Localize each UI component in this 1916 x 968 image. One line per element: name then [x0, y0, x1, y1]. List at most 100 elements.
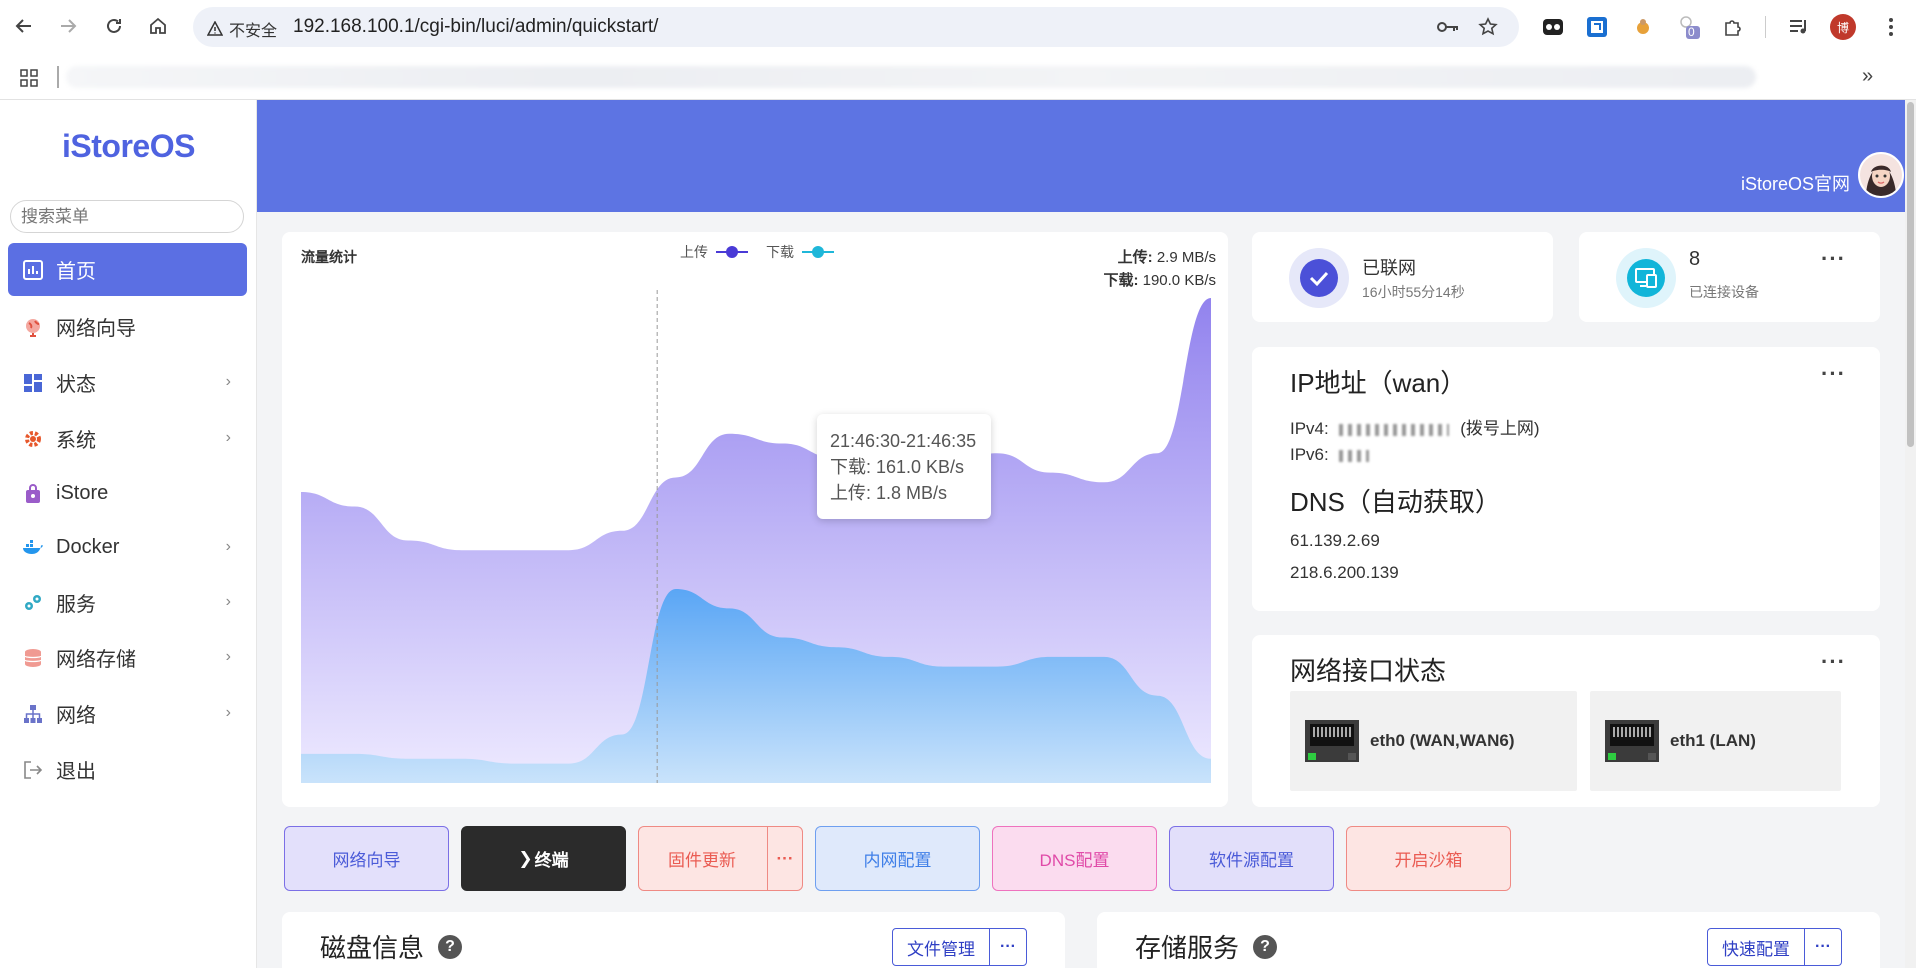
help-icon[interactable]: ? — [438, 934, 463, 959]
profile-avatar[interactable]: 博 — [1830, 14, 1856, 40]
dns-title: DNS（自动获取） — [1290, 487, 1501, 517]
sidebar-item-home[interactable]: 首页 — [8, 243, 247, 296]
toolbar-divider — [1765, 16, 1766, 38]
home-button[interactable] — [142, 10, 174, 42]
device-label: 已连接设备 — [1689, 284, 1759, 300]
sidebar-item-logout[interactable]: 退出 — [8, 743, 247, 796]
traffic-title: 流量统计 — [301, 249, 357, 265]
scrollbar-thumb[interactable] — [1907, 102, 1914, 447]
reload-button[interactable] — [98, 10, 130, 42]
forward-button[interactable] — [52, 10, 84, 42]
file-manager-button[interactable]: 文件管理 — [893, 929, 990, 965]
blurred-bookmarks — [66, 66, 1756, 88]
sidebar-item-label: Docker — [56, 536, 120, 558]
services-icon — [22, 592, 44, 614]
back-button[interactable] — [8, 10, 40, 42]
interfaces-title: 网络接口状态 — [1290, 656, 1447, 686]
disk-more-icon[interactable]: ··· — [990, 929, 1026, 965]
chevron-right-icon: › — [225, 538, 231, 555]
port-name: eth0 (WAN,WAN6) — [1370, 731, 1515, 750]
devices-more-icon[interactable]: ··· — [1821, 246, 1846, 272]
storage-service-card: 存储服务? 快速配置 ··· — [1097, 912, 1880, 968]
bookmarks-divider — [57, 66, 59, 88]
sidebar-item-system[interactable]: 系统 › — [8, 412, 247, 465]
security-warning[interactable]: 不安全 — [207, 17, 277, 41]
logo[interactable]: iStoreOS — [0, 128, 257, 165]
sidebar-item-istore[interactable]: iStore — [8, 467, 247, 520]
sidebar-item-network-wizard[interactable]: 网络向导 — [8, 300, 247, 353]
reading-list-icon[interactable] — [1786, 14, 1812, 40]
traffic-card: 流量统计 上传 下载 上传: 2.9 MB/s 下载: 190.0 KB/s 2… — [282, 232, 1228, 807]
sidebar-item-label: 状态 — [56, 374, 96, 396]
page-scrollbar[interactable] — [1905, 100, 1916, 968]
sidebar-item-label: iStore — [56, 482, 109, 504]
ipv6-redacted — [1339, 449, 1370, 462]
sidebar-item-network[interactable]: 网络 › — [8, 687, 247, 740]
ethernet-port-icon — [1605, 720, 1659, 762]
tooltip-download: 下载: 161.0 KB/s — [830, 457, 965, 477]
chevron-right-icon: › — [225, 373, 231, 390]
apps-grid-icon[interactable] — [20, 69, 38, 92]
quick-dns-config-button[interactable]: DNS配置 — [992, 826, 1157, 891]
legend-upload-marker — [716, 246, 748, 258]
bookmark-star-icon[interactable] — [1477, 16, 1499, 38]
interfaces-more-icon[interactable]: ··· — [1821, 649, 1846, 675]
button-label: 终端 — [534, 851, 569, 870]
ip-address-card: IP地址（wan） ··· IPv4: (拨号上网) IPv6: DNS（自动获… — [1252, 347, 1880, 611]
file-manager-group: 文件管理 ··· — [892, 928, 1027, 966]
sidebar-item-storage[interactable]: 网络存储 › — [8, 631, 247, 684]
network-icon — [22, 703, 44, 725]
quick-terminal-button[interactable]: ❯ 终端 — [461, 826, 626, 891]
quick-config-button[interactable]: 快速配置 — [1708, 929, 1805, 965]
sidebar: iStoreOS 首页 网络向导 状态 › 系统 › iStore — [0, 100, 257, 968]
quick-network-wizard-button[interactable]: 网络向导 — [284, 826, 449, 891]
sidebar-item-docker[interactable]: Docker › — [8, 521, 247, 574]
firmware-more-icon[interactable]: ··· — [767, 827, 802, 890]
legend-upload-label: 上传 — [680, 244, 708, 260]
quick-firmware-update-button[interactable]: 固件更新 ··· — [638, 826, 803, 891]
quick-source-config-button[interactable]: 软件源配置 — [1169, 826, 1334, 891]
help-icon[interactable]: ? — [1253, 934, 1278, 959]
bag-icon — [22, 483, 44, 505]
menu-search-input[interactable] — [10, 200, 244, 233]
traffic-chart[interactable] — [301, 290, 1211, 783]
browser-menu-icon[interactable] — [1878, 14, 1904, 40]
extension-badge-icon[interactable]: 0 — [1676, 14, 1702, 40]
gear-icon — [22, 428, 44, 450]
tooltip-upload: 上传: 1.8 MB/s — [830, 483, 948, 503]
rate-upload-value: 2.9 MB/s — [1156, 249, 1216, 266]
sidebar-item-label: 系统 — [56, 430, 96, 452]
dns-server-2: 218.6.200.139 — [1290, 563, 1399, 582]
extensions-puzzle-icon[interactable] — [1720, 14, 1746, 40]
logout-icon — [22, 759, 44, 781]
ip-more-icon[interactable]: ··· — [1821, 361, 1846, 387]
sidebar-item-status[interactable]: 状态 › — [8, 356, 247, 409]
terminal-chevron-icon: ❯ — [518, 848, 533, 868]
header-banner: iStoreOS官网 — [257, 100, 1910, 212]
url-text[interactable]: 192.168.100.1/cgi-bin/luci/admin/quickst… — [293, 16, 658, 38]
chart-legend[interactable]: 上传 下载 — [680, 242, 834, 262]
port-eth0[interactable]: eth0 (WAN,WAN6) — [1290, 691, 1577, 791]
rate-download-value: 190.0 KB/s — [1142, 272, 1216, 289]
sidebar-item-services[interactable]: 服务 › — [8, 576, 247, 629]
legend-download-label: 下载 — [766, 244, 794, 260]
password-key-icon[interactable] — [1437, 16, 1459, 38]
official-site-link[interactable]: iStoreOS官网 — [1741, 170, 1850, 196]
chevron-right-icon: › — [225, 704, 231, 721]
address-bar[interactable]: 不安全 192.168.100.1/cgi-bin/luci/admin/qui… — [193, 7, 1519, 47]
extension-ghost-icon[interactable] — [1540, 14, 1566, 40]
quick-lan-config-button[interactable]: 内网配置 — [815, 826, 980, 891]
chevron-right-icon: › — [225, 429, 231, 446]
storage-more-icon[interactable]: ··· — [1805, 929, 1841, 965]
disk-info-card: 磁盘信息? 文件管理 ··· — [282, 912, 1065, 968]
sidebar-item-label: 网络向导 — [56, 318, 136, 340]
ipv4-suffix: (拨号上网) — [1460, 419, 1540, 438]
avatar[interactable] — [1858, 152, 1904, 198]
extension-translate-icon[interactable] — [1584, 14, 1610, 40]
more-bookmarks-chevron-icon[interactable]: » — [1862, 65, 1873, 88]
ipv4-redacted — [1339, 423, 1450, 436]
quick-sandbox-button[interactable]: 开启沙箱 — [1346, 826, 1511, 891]
network-status-label: 已联网 — [1362, 258, 1416, 278]
extension-bug-icon[interactable] — [1630, 14, 1656, 40]
port-eth1[interactable]: eth1 (LAN) — [1590, 691, 1841, 791]
